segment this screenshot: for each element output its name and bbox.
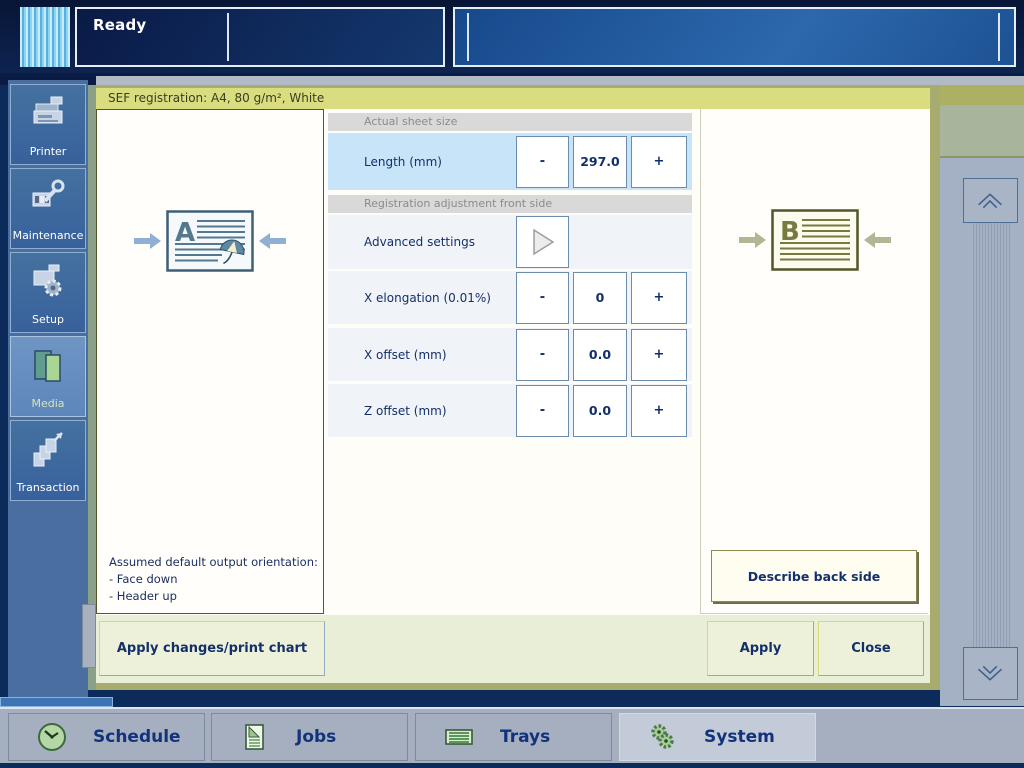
header-separator <box>227 13 229 61</box>
x-offset-minus-button[interactable]: - <box>516 329 569 381</box>
x-offset-value: 0.0 <box>573 329 627 381</box>
z-offset-plus-button[interactable]: + <box>631 385 687 437</box>
taskbar-item-label: System <box>704 727 775 747</box>
scrollbar-track <box>973 223 1010 647</box>
arrow-right-icon <box>737 229 767 251</box>
status-panel: Ready <box>75 7 445 67</box>
sidebar-item-label: Media <box>11 397 85 410</box>
taskbar-item-label: Trays <box>500 727 550 747</box>
back-side-panel: B Describe back side <box>700 109 928 614</box>
transaction-icon <box>27 429 69 471</box>
back-sheet-preview: B <box>701 209 928 271</box>
dialog-footer: Apply changes/print chart Apply Close <box>96 615 930 683</box>
sheet-front-icon: A <box>166 210 254 272</box>
printer-icon <box>27 93 69 135</box>
orientation-line: - Header up <box>109 588 318 605</box>
header-separator <box>998 13 1000 61</box>
maintenance-icon <box>27 177 69 219</box>
background-strip <box>96 76 1024 85</box>
z-offset-value: 0.0 <box>573 385 627 437</box>
dialog-body: A <box>96 109 930 615</box>
length-value: 297.0 <box>573 136 627 188</box>
sidebar-item-maintenance[interactable]: Maintenance <box>10 168 86 249</box>
section-header-sheet-size: Actual sheet size <box>328 113 692 131</box>
orientation-title: Assumed default output orientation: <box>109 554 318 571</box>
arrow-left-icon <box>258 230 288 252</box>
background-panel-fragment <box>940 105 1024 158</box>
taskbar-item-system[interactable]: System <box>619 713 816 761</box>
sidebar-item-media[interactable]: Media <box>10 336 86 417</box>
sidebar-item-label: Maintenance <box>11 229 85 242</box>
chevron-up-icon <box>964 179 1017 222</box>
scroll-down-button[interactable] <box>963 647 1018 700</box>
front-sheet-preview: A <box>97 210 323 272</box>
header-separator <box>467 13 469 61</box>
sidebar-item-setup[interactable]: Setup <box>10 252 86 333</box>
row-advanced-settings: Advanced settings <box>328 215 692 269</box>
chevron-down-icon <box>964 648 1017 699</box>
taskbar-item-label: Schedule <box>93 727 181 747</box>
dialog-frame <box>88 85 96 690</box>
gears-icon <box>648 722 678 752</box>
play-icon <box>530 227 556 257</box>
x-elongation-minus-button[interactable]: - <box>516 272 569 324</box>
sidebar-item-printer[interactable]: Printer <box>10 84 86 165</box>
screen: Ready Printer <box>0 0 1024 768</box>
sef-registration-dialog: SEF registration: A4, 80 g/m², White A <box>88 85 940 690</box>
front-side-panel: A <box>96 109 324 614</box>
sidebar-item-label: Printer <box>11 145 85 158</box>
row-label: X offset (mm) <box>364 348 447 362</box>
describe-back-side-button[interactable]: Describe back side <box>711 550 917 602</box>
row-x-elongation: X elongation (0.01%) - 0 + <box>328 271 692 324</box>
x-elongation-plus-button[interactable]: + <box>631 272 687 324</box>
background-window-edge <box>940 85 1024 105</box>
status-header: Ready <box>0 0 1024 73</box>
clock-icon <box>37 722 67 752</box>
header-info-panel <box>453 7 1016 67</box>
background-button-fragment <box>82 604 96 668</box>
brand-stripes <box>20 7 70 67</box>
sidebar-item-label: Setup <box>11 313 85 326</box>
status-text: Ready <box>93 16 146 34</box>
orientation-note: Assumed default output orientation: - Fa… <box>109 554 318 605</box>
length-plus-button[interactable]: + <box>631 136 687 188</box>
arrow-left-icon <box>863 229 893 251</box>
sheet-back-icon: B <box>771 209 859 271</box>
setup-icon <box>27 261 69 303</box>
taskbar-item-schedule[interactable]: Schedule <box>8 713 205 761</box>
row-length: Length (mm) - 297.0 + <box>328 133 692 190</box>
tray-icon <box>444 722 474 752</box>
row-label: Z offset (mm) <box>364 404 447 418</box>
scroll-up-button[interactable] <box>963 178 1018 223</box>
z-offset-minus-button[interactable]: - <box>516 385 569 437</box>
orientation-line: - Face down <box>109 571 318 588</box>
settings-column: Actual sheet size Length (mm) - 297.0 + … <box>328 113 692 553</box>
x-offset-plus-button[interactable]: + <box>631 329 687 381</box>
row-label: Length (mm) <box>364 155 442 169</box>
document-icon <box>240 722 270 752</box>
row-x-offset: X offset (mm) - 0.0 + <box>328 328 692 381</box>
media-icon <box>27 345 69 387</box>
taskbar-item-trays[interactable]: Trays <box>415 713 612 761</box>
row-label: Advanced settings <box>364 235 475 249</box>
advanced-settings-button[interactable] <box>516 216 569 268</box>
row-label: X elongation (0.01%) <box>364 291 491 305</box>
section-header-registration: Registration adjustment front side <box>328 195 692 213</box>
sidebar-item-transaction[interactable]: Transaction <box>10 420 86 501</box>
background-tab-fragment <box>0 697 113 707</box>
sidebar-item-label: Transaction <box>11 481 85 494</box>
arrow-right-icon <box>132 230 162 252</box>
x-elongation-value: 0 <box>573 272 627 324</box>
taskbar-item-jobs[interactable]: Jobs <box>211 713 408 761</box>
close-button[interactable]: Close <box>818 621 924 676</box>
left-sidebar: Printer Maintenance <box>8 80 88 706</box>
apply-button[interactable]: Apply <box>707 621 814 676</box>
bottom-taskbar: Schedule Jobs <box>0 707 1024 763</box>
apply-changes-print-chart-button[interactable]: Apply changes/print chart <box>99 621 325 676</box>
dialog-title: SEF registration: A4, 80 g/m², White <box>96 88 930 109</box>
row-z-offset: Z offset (mm) - 0.0 + <box>328 384 692 437</box>
taskbar-item-label: Jobs <box>296 727 336 747</box>
length-minus-button[interactable]: - <box>516 136 569 188</box>
